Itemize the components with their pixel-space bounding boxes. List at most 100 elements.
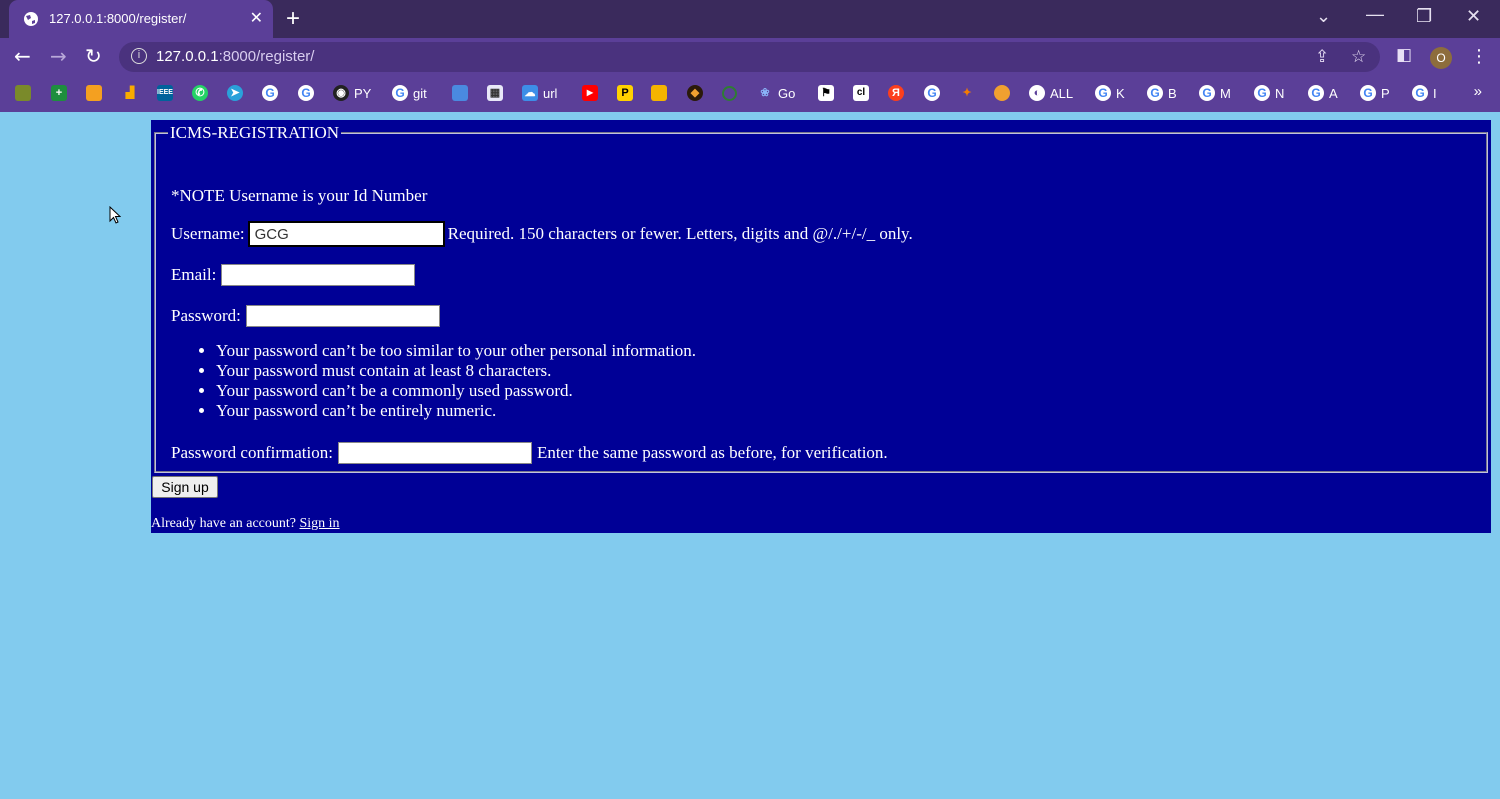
bookmark-item[interactable]: + bbox=[51, 84, 67, 102]
restore-icon[interactable]: ❐ bbox=[1416, 6, 1432, 27]
bookmark-icon-10 bbox=[722, 85, 737, 101]
bookmark-item[interactable]: ▶ bbox=[582, 84, 598, 102]
username-label: Username: bbox=[171, 224, 245, 243]
bookmark-label: ALL bbox=[1050, 85, 1074, 101]
youtube-icon: ▶ bbox=[582, 85, 598, 101]
minimize-icon[interactable]: — bbox=[1366, 4, 1384, 25]
google-icon: G bbox=[1147, 85, 1163, 101]
password-rule: Your password can’t be a commonly used p… bbox=[216, 381, 696, 401]
password-rule: Your password must contain at least 8 ch… bbox=[216, 361, 696, 381]
google-icon: G bbox=[1360, 85, 1376, 101]
signin-link[interactable]: Sign in bbox=[299, 516, 339, 531]
form-legend: ICMS-REGISTRATION bbox=[170, 123, 340, 142]
bookmark-icon-2: + bbox=[51, 85, 67, 101]
bookmark-item[interactable]: ☁ url bbox=[522, 84, 557, 102]
email-input[interactable] bbox=[221, 264, 416, 286]
password-rule: Your password can’t be too similar to yo… bbox=[216, 341, 696, 361]
bookmark-item[interactable]: G bbox=[298, 84, 314, 102]
bookmark-item[interactable]: ✦ bbox=[959, 84, 975, 102]
bookmark-item[interactable]: ❀ Go bbox=[757, 84, 795, 102]
password-confirm-label: Password confirmation: bbox=[171, 443, 333, 462]
bookmark-item[interactable]: P bbox=[617, 84, 633, 102]
bookmark-label: I bbox=[1433, 85, 1437, 101]
share-icon[interactable]: ⇪ bbox=[1315, 47, 1329, 67]
bookmark-item[interactable]: Я bbox=[888, 84, 904, 102]
tab-search-icon[interactable]: ⌄ bbox=[1316, 6, 1331, 27]
bookmark-item[interactable]: Ggit bbox=[392, 84, 427, 102]
bookmark-item[interactable]: ◐ ALL bbox=[1029, 84, 1073, 102]
url-path: :8000/register/ bbox=[218, 48, 315, 65]
bookmark-item[interactable]: GM bbox=[1199, 84, 1231, 102]
menu-icon[interactable]: ⋮ bbox=[1470, 46, 1488, 67]
whatsapp-icon: ✆ bbox=[192, 85, 208, 101]
forward-icon[interactable]: → bbox=[50, 44, 67, 68]
bookmark-item[interactable]: ◉ PY bbox=[333, 84, 371, 102]
signup-button[interactable]: Sign up bbox=[152, 476, 218, 498]
note-text: *NOTE Username is your Id Number bbox=[171, 186, 428, 205]
bookmark-item[interactable]: GK bbox=[1095, 84, 1125, 102]
go-icon: ❀ bbox=[760, 87, 770, 99]
username-help: Required. 150 characters or fewer. Lette… bbox=[447, 224, 913, 243]
bookmark-item[interactable] bbox=[15, 84, 31, 102]
tab-title: 127.0.0.1:8000/register/ bbox=[49, 11, 187, 26]
url-text: 127.0.0.1:8000/register/ bbox=[156, 48, 314, 65]
bookmark-item[interactable]: G bbox=[262, 84, 278, 102]
password-rule: Your password can’t be entirely numeric. bbox=[216, 401, 696, 421]
new-tab-icon[interactable]: + bbox=[286, 5, 300, 33]
bookmark-item[interactable]: IEEE bbox=[157, 84, 173, 102]
bookmark-item[interactable] bbox=[722, 84, 737, 102]
bookmark-item[interactable]: GA bbox=[1308, 84, 1338, 102]
bookmark-item[interactable]: GP bbox=[1360, 84, 1390, 102]
password-input[interactable] bbox=[245, 305, 440, 327]
bookmark-icon-8 bbox=[651, 85, 667, 101]
password-confirm-row: Password confirmation: Enter the same pa… bbox=[171, 442, 888, 464]
site-info-icon[interactable]: i bbox=[131, 48, 147, 64]
bookmark-label: K bbox=[1116, 85, 1125, 101]
bookmark-label: M bbox=[1220, 85, 1231, 101]
bookmark-item[interactable]: ▟ bbox=[122, 84, 138, 102]
bookmark-item[interactable] bbox=[452, 84, 468, 102]
yandex-icon: Я bbox=[888, 85, 904, 101]
username-input[interactable] bbox=[247, 221, 445, 247]
reload-icon[interactable]: ↻ bbox=[85, 44, 102, 68]
google-icon: G bbox=[924, 85, 940, 101]
bookmark-label: Go bbox=[778, 85, 796, 101]
bookmark-item[interactable]: ◆ bbox=[687, 84, 703, 102]
bookmark-item[interactable]: ➤ bbox=[227, 84, 243, 102]
bookmark-item[interactable]: GN bbox=[1254, 84, 1284, 102]
browser-tab-bar: 127.0.0.1:8000/register/ ✕ + ⌄ — ❐ ✕ bbox=[0, 0, 1500, 38]
bookmark-icon-13: ✦ bbox=[962, 87, 972, 99]
google-icon: G bbox=[1254, 85, 1270, 101]
bookmark-item[interactable]: ⚑ bbox=[818, 84, 834, 102]
bookmark-item[interactable]: GI bbox=[1412, 84, 1437, 102]
bookmark-item[interactable] bbox=[994, 84, 1010, 102]
bookmark-item[interactable]: ✆ bbox=[192, 84, 208, 102]
already-text: Already have an account? bbox=[151, 516, 296, 531]
password-confirm-input[interactable] bbox=[337, 442, 532, 464]
bookmark-label: A bbox=[1329, 85, 1338, 101]
browser-tab[interactable]: 127.0.0.1:8000/register/ ✕ bbox=[9, 0, 273, 38]
profile-avatar[interactable]: O bbox=[1430, 47, 1452, 69]
google-icon: G bbox=[262, 85, 278, 101]
google-icon: G bbox=[1412, 85, 1428, 101]
more-bookmarks-icon[interactable]: » bbox=[1474, 83, 1482, 100]
bookmark-item[interactable]: GB bbox=[1147, 84, 1177, 102]
bookmark-icon-9: ◆ bbox=[687, 85, 703, 101]
registration-panel: ICMS-REGISTRATION *NOTE Username is your… bbox=[151, 120, 1491, 533]
bookmark-label: PY bbox=[354, 85, 372, 101]
bookmark-item[interactable]: cl bbox=[853, 84, 869, 102]
address-bar[interactable]: i 127.0.0.1:8000/register/ ⇪ ☆ bbox=[119, 42, 1380, 72]
telegram-icon: ➤ bbox=[227, 85, 243, 101]
bookmark-item[interactable]: G bbox=[924, 84, 940, 102]
back-icon[interactable]: ← bbox=[14, 44, 31, 68]
close-tab-icon[interactable]: ✕ bbox=[250, 8, 263, 28]
bookmark-item[interactable]: ▦ bbox=[487, 84, 503, 102]
globe-icon bbox=[24, 12, 38, 26]
bookmark-item[interactable] bbox=[651, 84, 667, 102]
bookmark-star-icon[interactable]: ☆ bbox=[1351, 47, 1366, 67]
ieee-icon: IEEE bbox=[157, 85, 173, 101]
bookmark-icon-11: ⚑ bbox=[818, 85, 834, 101]
side-panel-icon[interactable]: ◧ bbox=[1396, 45, 1412, 65]
bookmark-item[interactable] bbox=[86, 84, 102, 102]
close-window-icon[interactable]: ✕ bbox=[1466, 6, 1481, 27]
